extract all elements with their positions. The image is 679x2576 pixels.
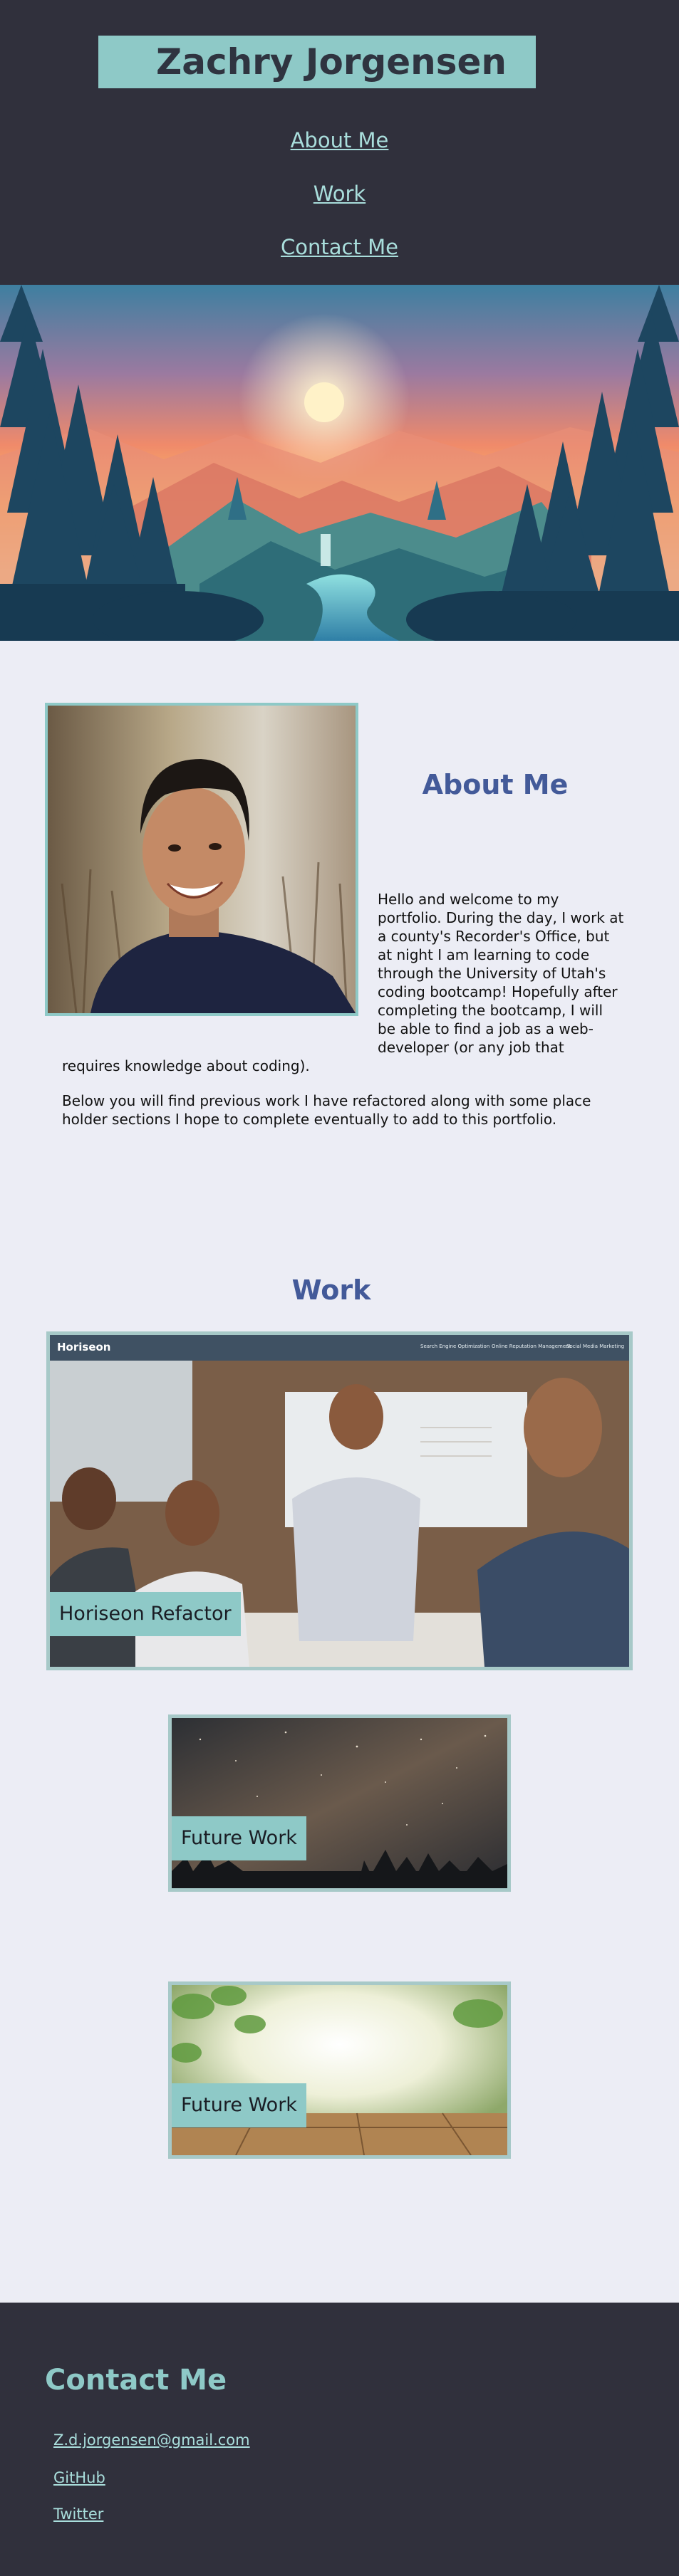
horiseon-site-header: Horiseon Search Engine Optimization Onli… bbox=[50, 1335, 629, 1361]
contact-heading: Contact Me bbox=[45, 2364, 227, 2397]
nav-work[interactable]: Work bbox=[0, 182, 679, 206]
hero-landscape-image bbox=[0, 285, 679, 641]
work-card-horiseon[interactable]: Horiseon Search Engine Optimization Onli… bbox=[46, 1331, 633, 1670]
horiseon-site-name: Horiseon bbox=[57, 1341, 111, 1354]
work-card-future-2[interactable]: Future Work bbox=[168, 1981, 511, 2159]
nav-contact-me[interactable]: Contact Me bbox=[0, 235, 679, 259]
contact-email-link[interactable]: Z.d.jorgensen@gmail.com bbox=[53, 2431, 250, 2449]
work-heading: Work bbox=[291, 1274, 371, 1306]
about-body: Hello and welcome to my portfolio. Durin… bbox=[62, 890, 625, 1075]
work-card-label: Future Work bbox=[172, 2083, 306, 2127]
horiseon-nav-seo: Search Engine Optimization bbox=[420, 1344, 490, 1349]
name-banner: Zachry Jorgensen bbox=[98, 36, 536, 88]
contact-twitter-link[interactable]: Twitter bbox=[53, 2506, 103, 2523]
site-header: Zachry Jorgensen About Me Work Contact M… bbox=[0, 0, 679, 285]
work-card-label: Future Work bbox=[172, 1816, 306, 1860]
horiseon-nav-reputation: Online Reputation Management bbox=[492, 1344, 571, 1349]
work-card-future-1[interactable]: Future Work bbox=[168, 1714, 511, 1892]
nav-about-me[interactable]: About Me bbox=[0, 128, 679, 152]
site-title: Zachry Jorgensen bbox=[155, 41, 507, 83]
contact-github-link[interactable]: GitHub bbox=[53, 2469, 105, 2486]
about-paragraph-work-intro: Below you will find previous work I have… bbox=[62, 1092, 591, 1128]
work-card-label: Horiseon Refactor bbox=[50, 1592, 241, 1636]
horiseon-nav-social: Social Media Marketing bbox=[566, 1344, 625, 1349]
about-heading: About Me bbox=[422, 769, 569, 800]
text-wrap-spacer bbox=[62, 890, 378, 1048]
